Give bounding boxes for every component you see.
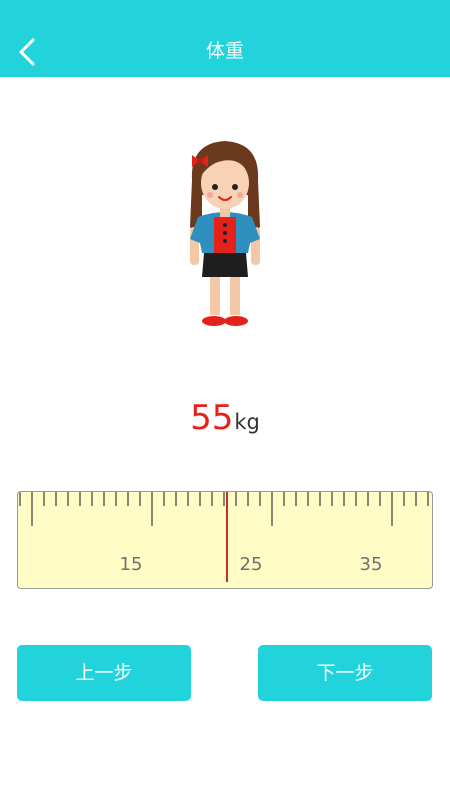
next-step-button[interactable]: 下一步 (258, 645, 432, 701)
weight-display: 55kg (0, 398, 450, 438)
ruler-indicator (226, 492, 228, 582)
weight-unit: kg (234, 410, 260, 434)
ruler-tick-label: 15 (119, 554, 143, 575)
ruler-tick-label: 35 (359, 554, 383, 575)
girl-character-illustration (170, 135, 280, 335)
previous-step-button[interactable]: 上一步 (17, 645, 191, 701)
ruler-tick-label: 25 (239, 554, 263, 575)
weight-value: 55 (190, 398, 234, 438)
header-bar: 体重 (0, 0, 450, 77)
page-title: 体重 (205, 40, 244, 62)
weight-ruler-slider[interactable]: 15 25 35 (17, 491, 433, 589)
